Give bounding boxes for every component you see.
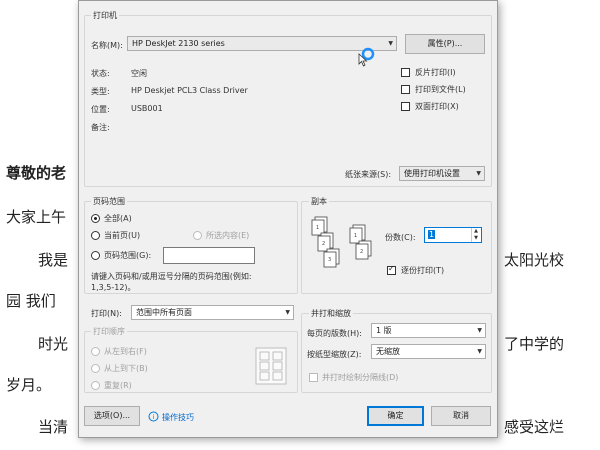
copies-count-value: 1 [428,230,436,239]
order-left-right-radio[interactable] [91,347,100,356]
print-to-file-checkbox[interactable] [401,85,410,94]
collate-checkbox[interactable] [387,264,396,275]
order-repeat-radio[interactable] [91,381,100,390]
copies-count-input[interactable]: 1 ▲ ▼ [424,227,482,243]
type-label: 类型: [91,87,110,96]
chevron-down-icon: ▼ [477,327,482,334]
range-selection-label: 所选内容(E) [206,231,250,240]
collate-pages-icon: 1 2 3 1 2 [311,216,372,268]
printer-name-label: 名称(M): [91,41,123,50]
svg-text:3: 3 [328,257,331,263]
print-order-title: 打印顺序 [91,326,127,337]
type-value: HP Deskjet PCL3 Class Driver [131,86,248,95]
doc-line: 大家上午 [6,208,67,226]
split-lines-checkbox[interactable] [309,373,318,382]
doc-line: 时光 [38,335,69,353]
svg-text:i: i [153,413,155,421]
range-all-radio[interactable] [91,214,100,223]
printer-name-select[interactable]: HP DeskJet 2130 series ▼ [127,36,397,51]
info-icon: i [148,411,159,422]
printer-group-title: 打印机 [91,10,119,21]
options-button[interactable]: 选项(O)... [84,406,140,426]
reverse-print-checkbox[interactable] [401,68,410,77]
duplex-checkbox[interactable] [401,102,410,111]
location-label: 位置: [91,105,110,114]
doc-line: 园 我们 [6,292,56,310]
order-top-bottom-radio[interactable] [91,364,100,373]
pages-per-sheet-value: 1 版 [376,326,392,335]
page-range-title: 页码范围 [91,196,127,207]
spin-down-icon[interactable]: ▼ [471,235,480,242]
chevron-down-icon: ▼ [476,170,481,177]
print-what-select[interactable]: 范围中所有页面 ▼ [131,305,294,320]
zoom-title: 并打和缩放 [309,308,353,319]
doc-line: 我是 [38,251,69,269]
range-pages-label: 页码范围(G): [104,251,152,260]
svg-text:2: 2 [322,241,325,247]
copies-count-label: 份数(C): [385,233,416,242]
doc-line: 太阳光校 [504,251,565,269]
print-to-file-label: 打印到文件(L) [415,85,466,94]
scale-select[interactable]: 无缩放 ▼ [371,344,486,359]
order-top-bottom-label: 从上到下(B) [104,364,148,373]
order-repeat-label: 重复(R) [104,381,132,390]
doc-salutation: 尊敬的老 [6,164,67,182]
range-current-radio[interactable] [91,231,100,240]
ok-button[interactable]: 确定 [367,406,424,426]
page-order-preview-icon [255,347,287,385]
doc-line: 了中学的 [504,335,565,353]
paper-source-label: 纸张来源(S): [345,170,392,179]
tips-link[interactable]: 操作技巧 [162,412,194,423]
range-selection-radio[interactable] [193,231,202,240]
scale-label: 按纸型缩放(Z): [307,350,362,359]
pages-per-sheet-label: 每页的版数(H): [307,329,362,338]
duplex-label: 双面打印(X) [415,102,459,111]
svg-text:2: 2 [360,249,363,255]
reverse-print-label: 反片打印(I) [415,68,456,77]
svg-text:1: 1 [316,225,319,231]
split-lines-label: 并打时绘制分隔线(D) [322,373,399,382]
page-range-input[interactable] [163,247,255,264]
print-what-value: 范围中所有页面 [136,308,192,317]
cancel-button[interactable]: 取消 [431,406,491,426]
range-hint-line2: 1,3,5-12)。 [91,283,136,292]
range-all-label: 全部(A) [104,214,132,223]
paper-source-select[interactable]: 使用打印机设置 ▼ [399,166,485,181]
print-what-label: 打印(N): [91,309,122,318]
properties-button[interactable]: 属性(P)... [405,34,485,54]
chevron-down-icon: ▼ [388,40,393,47]
spin-up-icon[interactable]: ▲ [471,228,480,235]
copies-title: 副本 [309,196,329,207]
comment-label: 备注: [91,123,110,132]
chevron-down-icon: ▼ [477,348,482,355]
pages-per-sheet-select[interactable]: 1 版 ▼ [371,323,486,338]
scale-value: 无缩放 [376,347,400,356]
mouse-pointer-icon [358,53,368,67]
order-left-right-label: 从左到右(F) [104,347,147,356]
collate-label: 逐份打印(T) [401,266,445,275]
range-current-label: 当前页(U) [104,231,141,240]
svg-text:1: 1 [354,233,357,239]
chevron-down-icon: ▼ [285,309,290,316]
status-label: 状态: [91,69,110,78]
status-value: 空闲 [131,69,147,78]
doc-line: 当清 [38,418,69,436]
print-dialog: 打印机 名称(M): HP DeskJet 2130 series ▼ 属性(P… [78,0,498,438]
location-value: USB001 [131,104,163,113]
range-hint-line1: 请键入页码和/或用逗号分隔的页码范围(例如: [91,272,252,281]
range-pages-radio[interactable] [91,251,100,260]
doc-line: 岁月。 [6,376,52,394]
printer-name-value: HP DeskJet 2130 series [132,39,225,48]
doc-line: 感受这烂 [504,418,565,436]
paper-source-value: 使用打印机设置 [404,169,460,178]
